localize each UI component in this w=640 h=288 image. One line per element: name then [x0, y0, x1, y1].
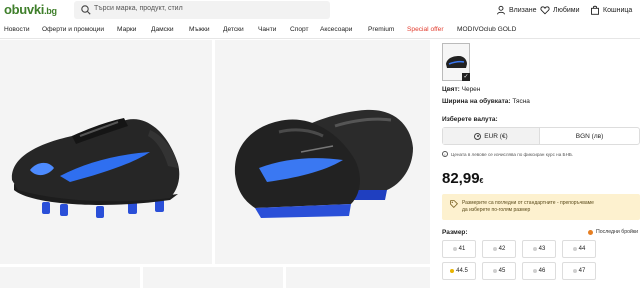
- availability-dot-icon: [572, 269, 577, 273]
- radio-selected-icon: [474, 132, 482, 140]
- currency-label: Изберете валута:: [442, 116, 498, 123]
- width-row: Ширина на обувката: Тясна: [442, 98, 530, 105]
- main-nav: Новости Оферти и промоции Марки Дамски М…: [0, 23, 640, 39]
- size-option[interactable]: 41: [442, 240, 476, 258]
- last-pairs-dot-icon: [588, 229, 593, 235]
- nav-item-sport[interactable]: Спорт: [290, 26, 309, 33]
- logo-main: obuvki: [4, 2, 45, 17]
- width-label: Ширина на обувката:: [442, 98, 511, 105]
- nav-item-bags[interactable]: Чанти: [258, 26, 276, 33]
- shoe-angle-image: [234, 109, 413, 218]
- currency-eur-label: EUR (€): [484, 132, 508, 140]
- nav-item-special-offer[interactable]: Special offer: [407, 26, 444, 33]
- color-value: Черен: [461, 86, 481, 93]
- price-value: 82,99: [442, 170, 480, 187]
- size-option-label: 44: [578, 246, 586, 252]
- last-pairs-legend: Последни бройки: [588, 229, 638, 235]
- size-option[interactable]: 46: [522, 262, 556, 280]
- currency-bgn-label: BGN (лв): [575, 132, 604, 140]
- shoe-side-image: [11, 118, 180, 218]
- product-photo-angle[interactable]: [215, 40, 430, 264]
- availability-dot-icon: [452, 247, 457, 251]
- availability-dot-icon: [492, 269, 497, 273]
- availability-dot-icon: [492, 247, 497, 251]
- size-option[interactable]: 45: [482, 262, 516, 280]
- tag-icon: [450, 200, 458, 208]
- gallery-thumb-1[interactable]: [0, 267, 140, 288]
- product-photo-side[interactable]: [0, 40, 212, 264]
- size-option-label: 45: [498, 268, 506, 274]
- price-currency: €: [479, 178, 484, 185]
- check-icon: ✓: [462, 73, 470, 81]
- availability-dot-icon: [532, 269, 537, 273]
- color-row: Цвят: Черен: [442, 86, 480, 93]
- size-option-label: 46: [538, 268, 546, 274]
- bag-icon: [591, 5, 599, 15]
- size-option-label: 44.5: [456, 268, 468, 274]
- user-icon: [497, 5, 505, 15]
- width-value: Тясна: [512, 98, 530, 105]
- availability-dot-icon: [532, 247, 537, 251]
- color-variant-thumb[interactable]: ✓: [442, 43, 470, 81]
- nav-item-accessories[interactable]: Аксесоари: [320, 26, 352, 33]
- product-details: ✓ Цвят: Черен Ширина на обувката: Тясна …: [440, 40, 640, 288]
- rate-note: i Цената в левове се изчислява по фиксир…: [442, 151, 573, 157]
- size-advice-line1: Размерите са погледни от стандартните - …: [462, 200, 594, 206]
- nav-item-men[interactable]: Мъжки: [189, 26, 210, 33]
- size-option[interactable]: 44.5: [442, 262, 476, 280]
- nav-item-modivoclub[interactable]: MODIVOclub GOLD: [457, 26, 516, 33]
- nav-item-new[interactable]: Новости: [4, 26, 30, 33]
- product-price: 82,99€: [442, 170, 483, 187]
- favorites-link[interactable]: Любими: [540, 3, 580, 17]
- cart-link[interactable]: Кошница: [590, 3, 632, 17]
- nav-item-women[interactable]: Дамски: [151, 26, 174, 33]
- site-header: obuvki.bg Търси марка, продукт, стил Вли…: [0, 0, 640, 20]
- last-pairs-text: Последни бройки: [596, 229, 639, 235]
- size-advice-banner: Размерите са погледни от стандартните - …: [442, 194, 640, 220]
- search-input[interactable]: Търси марка, продукт, стил: [74, 1, 330, 19]
- currency-selector: EUR (€) BGN (лв): [442, 127, 640, 145]
- currency-option-bgn[interactable]: BGN (лв): [541, 128, 638, 144]
- logo[interactable]: obuvki.bg: [4, 2, 57, 17]
- currency-option-eur[interactable]: EUR (€): [443, 128, 540, 144]
- size-advice-line2: да изберете по-голям размер: [462, 207, 531, 213]
- color-label: Цвят:: [442, 86, 460, 93]
- rate-note-text: Цената в левове се изчислява по фиксиран…: [451, 151, 574, 157]
- nav-item-kids[interactable]: Детски: [223, 26, 244, 33]
- favorites-label: Любими: [553, 6, 580, 14]
- gallery-thumb-2[interactable]: [143, 267, 283, 288]
- product-gallery: [0, 40, 430, 288]
- availability-dot-icon: [572, 247, 577, 251]
- size-option[interactable]: 42: [482, 240, 516, 258]
- size-option-label: 47: [578, 268, 586, 274]
- size-option-label: 43: [538, 246, 546, 252]
- size-option-label: 41: [458, 246, 466, 252]
- currency-heading: Изберете валута:: [442, 116, 498, 123]
- nav-item-brands[interactable]: Марки: [117, 26, 136, 33]
- login-label: Влизане: [509, 6, 537, 14]
- cart-label: Кошница: [603, 6, 633, 14]
- size-option[interactable]: 47: [562, 262, 596, 280]
- size-option-label: 42: [498, 246, 506, 252]
- size-option[interactable]: 43: [522, 240, 556, 258]
- search-placeholder: Търси марка, продукт, стил: [94, 5, 183, 12]
- heart-icon: [540, 6, 550, 15]
- info-icon: i: [442, 151, 448, 157]
- logo-tld: .bg: [44, 6, 57, 16]
- nav-item-offers[interactable]: Оферти и промоции: [42, 26, 104, 33]
- gallery-thumb-3[interactable]: [286, 267, 430, 288]
- size-label: Размер:: [442, 229, 468, 236]
- availability-dot-icon: [450, 269, 455, 273]
- login-link[interactable]: Влизане: [496, 3, 537, 17]
- nav-item-premium[interactable]: Premium: [368, 26, 394, 33]
- size-option[interactable]: 44: [562, 240, 596, 258]
- search-icon: [81, 5, 91, 15]
